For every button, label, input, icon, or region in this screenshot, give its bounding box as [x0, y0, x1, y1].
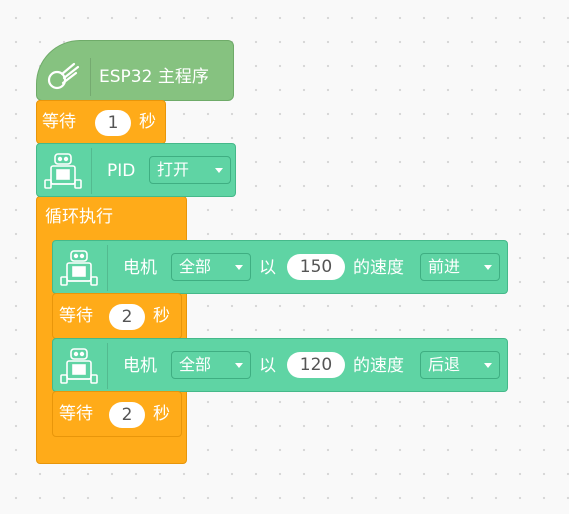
motor-block[interactable]: 电机 全部 以 150 的速度 前进: [52, 240, 508, 294]
motor-speed-input[interactable]: 120: [287, 352, 345, 378]
motor-direction-dropdown[interactable]: 后退: [420, 351, 500, 379]
motor-target-dropdown[interactable]: 全部: [171, 351, 251, 379]
motor-target-dropdown[interactable]: 全部: [171, 253, 251, 281]
rocket-icon: [40, 58, 91, 96]
motor-target-value: 全部: [179, 257, 212, 276]
wait-seconds-input[interactable]: 2: [109, 304, 145, 330]
motor-block[interactable]: 电机 全部 以 120 的速度 后退: [52, 338, 508, 392]
wait-seconds-input[interactable]: 2: [109, 402, 145, 428]
pid-label: PID: [107, 161, 136, 181]
robot-icon: [43, 152, 83, 190]
motor-target-value: 全部: [179, 355, 212, 374]
wait-block[interactable]: 等待 2 秒: [52, 293, 182, 339]
motor-with-label: 以: [259, 356, 276, 376]
wait-block[interactable]: 等待 1 秒: [36, 100, 166, 144]
motor-direction-value: 前进: [428, 257, 461, 276]
motor-direction-value: 后退: [428, 355, 461, 374]
motor-direction-dropdown[interactable]: 前进: [420, 253, 500, 281]
motor-label: 电机: [123, 356, 157, 376]
wait-block[interactable]: 等待 2 秒: [52, 391, 182, 437]
pid-state-dropdown[interactable]: 打开: [149, 156, 231, 184]
chevron-down-icon: [484, 363, 492, 368]
loop-label: 循环执行: [45, 207, 113, 227]
pid-block[interactable]: PID 打开: [36, 143, 236, 197]
chevron-down-icon: [235, 363, 243, 368]
wait-unit: 秒: [153, 306, 170, 326]
pid-state-value: 打开: [157, 160, 190, 179]
robot-icon: [59, 249, 99, 287]
chevron-down-icon: [484, 265, 492, 270]
wait-unit: 秒: [153, 404, 170, 424]
wait-unit: 秒: [139, 112, 156, 132]
wait-label: 等待: [59, 404, 93, 424]
motor-speed-label: 的速度: [353, 258, 404, 278]
wait-label: 等待: [42, 112, 76, 132]
motor-speed-label: 的速度: [353, 356, 404, 376]
hat-label: ESP32 主程序: [99, 67, 209, 87]
motor-speed-input[interactable]: 150: [287, 254, 345, 280]
wait-seconds-input[interactable]: 1: [95, 110, 131, 136]
wait-label: 等待: [59, 306, 93, 326]
chevron-down-icon: [215, 168, 223, 173]
robot-icon: [59, 347, 99, 385]
motor-with-label: 以: [259, 258, 276, 278]
main-program-hat-block[interactable]: ESP32 主程序: [36, 40, 234, 101]
motor-label: 电机: [123, 258, 157, 278]
chevron-down-icon: [235, 265, 243, 270]
